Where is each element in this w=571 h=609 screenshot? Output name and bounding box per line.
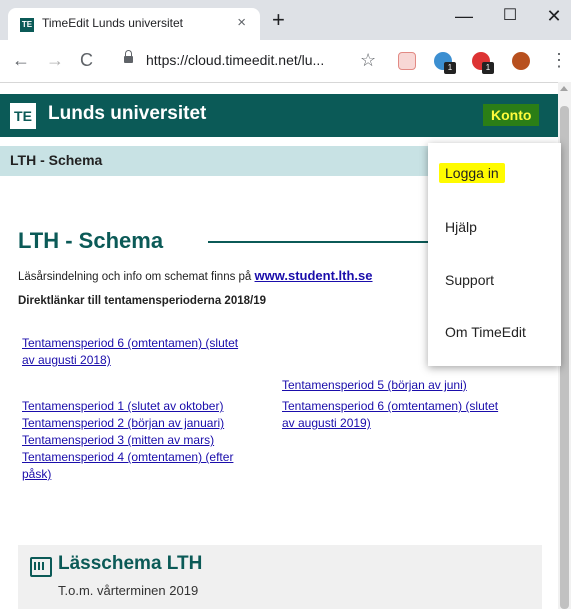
menu-item-about[interactable]: Om TimeEdit — [428, 308, 561, 354]
pdf-extension-icon[interactable] — [398, 52, 416, 70]
menu-item-support[interactable]: Support — [428, 256, 561, 302]
card-title[interactable]: Lässchema LTH — [58, 553, 202, 575]
exam-period-link[interactable]: av augusti 2019) — [282, 415, 371, 432]
exam-period-link[interactable]: Tentamensperiod 6 (omtentamen) (slutet — [22, 335, 238, 352]
menu-item-login[interactable]: Logga in — [428, 149, 561, 195]
browser-tab[interactable]: TE TimeEdit Lunds universitet × — [8, 8, 260, 40]
card-subtitle: T.o.m. vårterminen 2019 — [58, 583, 199, 598]
window-maximize-button[interactable]: ☐ — [500, 6, 520, 26]
exam-period-link[interactable]: Tentamensperiod 2 (början av januari) — [22, 415, 224, 432]
menu-item-help[interactable]: Hjälp — [428, 203, 561, 249]
exam-period-link[interactable]: Tentamensperiod 1 (slutet av oktober) — [22, 398, 223, 415]
exam-period-link[interactable]: Tentamensperiod 6 (omtentamen) (slutet — [282, 398, 498, 415]
back-icon[interactable]: ← — [12, 50, 30, 70]
timeedit-logo[interactable]: TE — [10, 103, 36, 129]
bookmark-star-icon[interactable]: ☆ — [360, 50, 376, 71]
window-close-button[interactable]: ✕ — [544, 6, 564, 26]
menu-item-label[interactable]: Om TimeEdit — [445, 324, 526, 340]
exam-period-link[interactable]: av augusti 2018) — [22, 352, 111, 369]
window-minimize-button[interactable]: — — [454, 6, 474, 26]
new-tab-button[interactable]: + — [272, 8, 285, 32]
forward-icon[interactable]: → — [46, 50, 64, 70]
extension-icon[interactable] — [512, 52, 530, 70]
account-button[interactable]: Konto — [483, 104, 540, 126]
direct-links-text: Direktlänkar till tentamensperioderna 20… — [18, 295, 266, 307]
extension-icon[interactable]: 1 — [434, 52, 456, 74]
exam-period-link[interactable]: Tentamensperiod 5 (början av juni) — [282, 377, 467, 394]
intro-text-label: Läsårsindelning och info om schemat finn… — [18, 271, 255, 283]
menu-item-label[interactable]: Logga in — [439, 163, 505, 183]
lock-icon[interactable] — [124, 50, 133, 63]
page-title: LTH - Schema — [18, 228, 164, 253]
reload-icon[interactable]: C — [80, 50, 93, 70]
tab-title: TimeEdit Lunds universitet — [42, 16, 183, 30]
timeedit-favicon-icon: TE — [20, 18, 34, 32]
extension-badge: 1 — [444, 62, 456, 74]
browser-tab-strip: TE TimeEdit Lunds universitet × + — ☐ ✕ — [0, 0, 571, 40]
heading-divider — [208, 241, 428, 243]
intro-text: Läsårsindelning och info om schemat finn… — [18, 268, 373, 283]
breadcrumb-title[interactable]: LTH - Schema — [10, 152, 102, 168]
extension-icon[interactable]: 1 — [472, 52, 494, 74]
scroll-up-icon[interactable] — [560, 86, 568, 91]
exam-period-link[interactable]: påsk) — [22, 466, 51, 483]
schedule-card[interactable]: Lässchema LTH T.o.m. vårterminen 2019 — [18, 545, 542, 609]
menu-item-label[interactable]: Hjälp — [445, 219, 477, 235]
exam-period-link[interactable]: Tentamensperiod 4 (omtentamen) (efter — [22, 449, 233, 466]
tab-close-icon[interactable]: × — [237, 14, 246, 31]
browser-toolbar: ← → C https://cloud.timeedit.net/lu... ☆… — [0, 40, 571, 83]
browser-menu-icon[interactable]: ⋮ — [550, 50, 568, 71]
extension-badge: 1 — [482, 62, 494, 74]
site-header: TE Lunds universitet Konto — [0, 94, 558, 137]
scrollbar-thumb[interactable] — [560, 106, 569, 609]
calendar-icon — [30, 557, 52, 577]
menu-item-label[interactable]: Support — [445, 272, 494, 288]
address-bar[interactable]: https://cloud.timeedit.net/lu... — [146, 52, 324, 68]
student-lth-link[interactable]: www.student.lth.se — [255, 268, 373, 283]
exam-period-link[interactable]: Tentamensperiod 3 (mitten av mars) — [22, 432, 214, 449]
site-title[interactable]: Lunds universitet — [48, 103, 206, 125]
account-dropdown-menu: Logga in Hjälp Support Om TimeEdit — [428, 143, 561, 366]
